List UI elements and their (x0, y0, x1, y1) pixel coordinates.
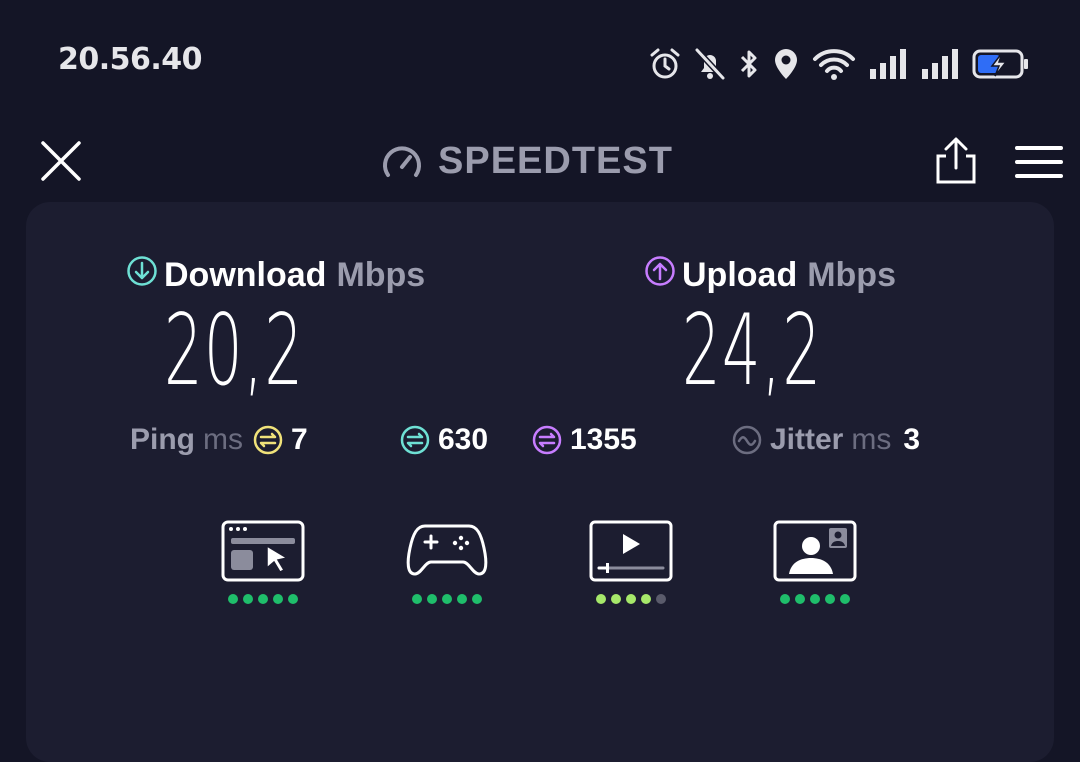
upload-header: Upload Mbps (644, 255, 896, 295)
rating-dot (457, 594, 467, 604)
rating-dot (273, 594, 283, 604)
download-arrow-icon (127, 255, 157, 286)
upload-unit: Mbps (807, 256, 896, 294)
rating-dot (288, 594, 298, 604)
download-header: Download Mbps (126, 255, 426, 295)
rating-dot (825, 594, 835, 604)
usecase-video-streaming[interactable] (586, 520, 676, 612)
alarm-icon (648, 47, 682, 81)
status-clock: 20.56.40 (58, 42, 203, 77)
ping-download-value: 630 (438, 423, 489, 456)
rating-dot (427, 594, 437, 604)
close-button[interactable] (38, 138, 84, 184)
jitter-icon (732, 425, 762, 455)
location-icon (772, 47, 800, 81)
ping-label: Ping (130, 423, 195, 456)
ping-unit: ms (203, 423, 243, 456)
rating-dot (228, 594, 238, 604)
rating-dot (258, 594, 268, 604)
rating-dot (412, 594, 422, 604)
usecase-video-call[interactable] (770, 520, 860, 612)
video-call-icon (773, 520, 857, 582)
results-card: Download Mbps 20,2 Upload Mbps 24,2 Ping… (26, 202, 1054, 762)
upload-value: 24,2 (682, 294, 823, 408)
usecase-rating (402, 594, 492, 604)
download-label: Download (164, 256, 327, 294)
share-icon (936, 137, 976, 184)
status-icons (648, 44, 1030, 84)
ping-idle-icon (253, 425, 283, 455)
ping-upload-value: 1355 (570, 423, 637, 456)
rating-dot (795, 594, 805, 604)
share-button[interactable] (932, 136, 980, 186)
speedometer-icon (383, 146, 421, 177)
upload-arrow-icon (645, 255, 675, 286)
ping-download-row: 630 (390, 420, 488, 460)
usecase-rating (218, 594, 308, 604)
usecase-web-browsing[interactable] (218, 520, 308, 612)
menu-button[interactable] (1014, 144, 1064, 180)
rating-dot (243, 594, 253, 604)
battery-charging-icon (972, 47, 1030, 81)
speedtest-logo: SPEEDTEST (380, 138, 673, 184)
hamburger-menu-icon (1015, 146, 1063, 178)
app-title: SPEEDTEST (438, 139, 673, 182)
rating-dot (472, 594, 482, 604)
status-bar: 20.56.40 (0, 0, 1080, 120)
bluetooth-icon (738, 47, 760, 81)
rating-dot (611, 594, 621, 604)
jitter-value: 3 (903, 423, 921, 456)
signal-2-icon (920, 47, 960, 81)
rating-dot (840, 594, 850, 604)
download-unit: Mbps (336, 256, 426, 294)
usecase-rating (770, 594, 860, 604)
usecase-rating (586, 594, 676, 604)
ping-upload-icon (532, 425, 562, 455)
ping-download-icon (400, 425, 430, 455)
rating-dot (442, 594, 452, 604)
download-value: 20,2 (164, 294, 305, 408)
upload-label: Upload (682, 256, 798, 294)
jitter-unit: ms (851, 423, 892, 456)
signal-1-icon (868, 47, 908, 81)
video-streaming-icon (589, 520, 673, 582)
jitter-row: Jitter ms 3 (732, 420, 920, 460)
rating-dot (810, 594, 820, 604)
wifi-icon (812, 47, 856, 81)
web-browsing-icon (221, 520, 305, 582)
rating-dot (626, 594, 636, 604)
rating-dot (596, 594, 606, 604)
app-toolbar: SPEEDTEST (0, 120, 1080, 202)
usecase-gaming[interactable] (402, 520, 492, 612)
ping-row: Ping ms 7 (130, 420, 308, 460)
gaming-icon (406, 524, 488, 576)
jitter-label: Jitter (770, 423, 844, 456)
ping-idle-value: 7 (291, 423, 308, 456)
close-icon (41, 141, 81, 181)
ping-upload-row: 1355 (522, 420, 637, 460)
notifications-muted-icon (694, 47, 726, 81)
rating-dot (641, 594, 651, 604)
rating-dot (656, 594, 666, 604)
rating-dot (780, 594, 790, 604)
